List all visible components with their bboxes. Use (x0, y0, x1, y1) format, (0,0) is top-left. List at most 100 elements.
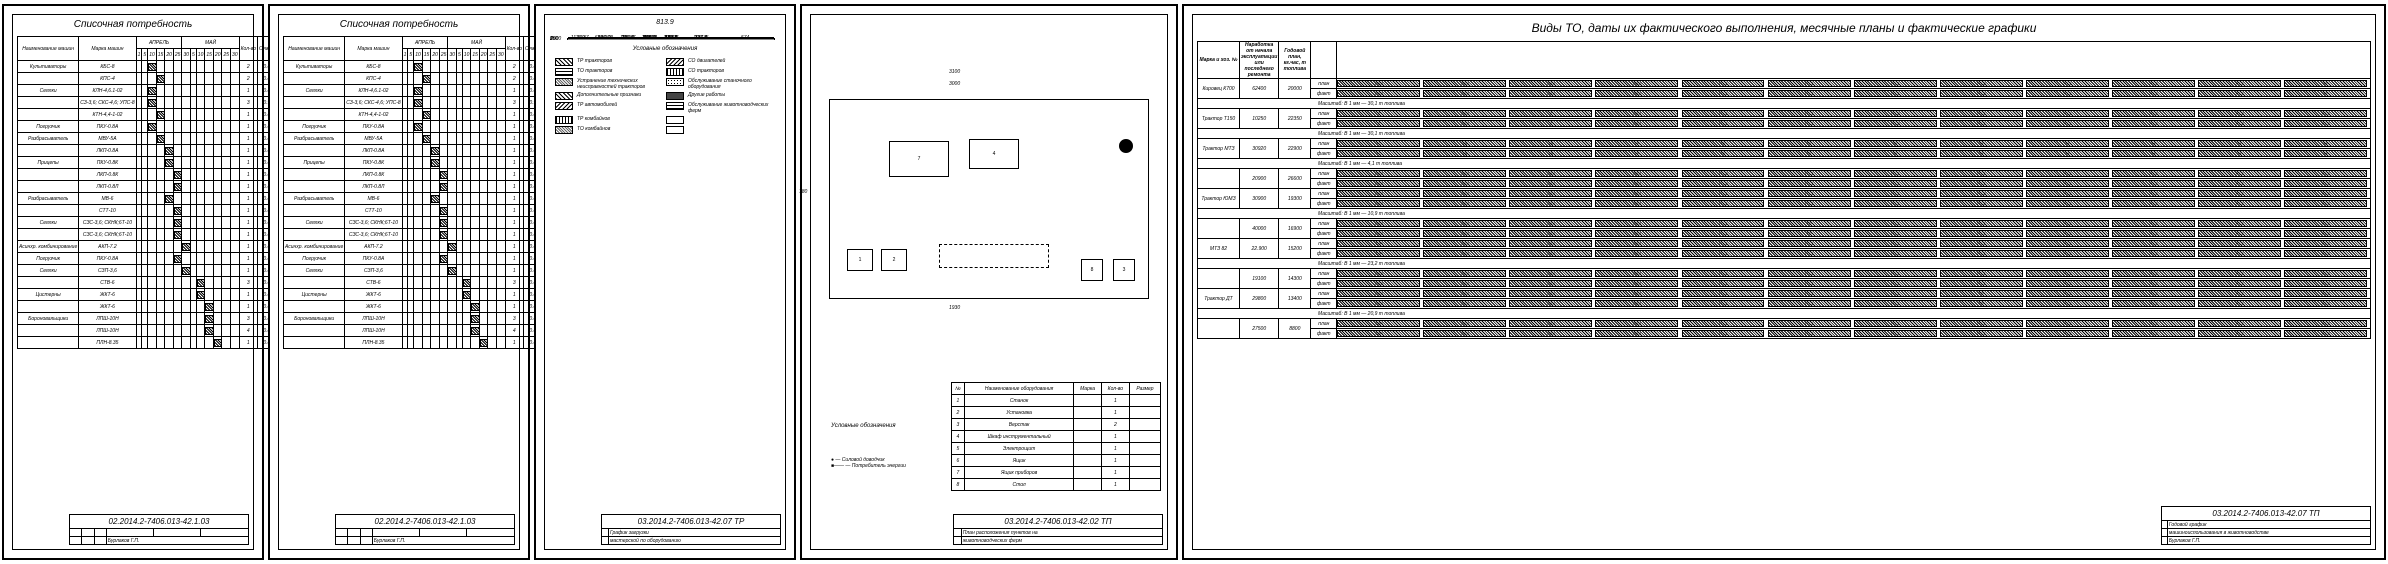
gantt-bar (414, 123, 422, 131)
day-header: 25 (222, 49, 231, 61)
fact-bar: ТО-1 (1595, 200, 1678, 207)
plan-bar: ТО-1 (1595, 320, 1678, 327)
fact-bar: ТО-2 (1682, 180, 1765, 187)
fact-bar: ТО-1 (1854, 230, 1937, 237)
gantt-bar (463, 291, 471, 299)
fact-bar: ТО-1 (2026, 250, 2109, 257)
gantt-bar (471, 327, 479, 335)
fact-bar: ТО-1 (1595, 300, 1678, 307)
plan-bar: ТО-1 (1423, 270, 1506, 277)
gantt-plan-row: Трактор Т1501025022350планТТО-1ТТО-1ТО-1… (1198, 109, 2371, 119)
plan-bar: ТО-1 (1940, 240, 2023, 247)
gantt-fact-row: фактТО-1ТО-1ТО-1ТО-1ТО-1ТО-1ТО-1ТРТО-1ТО… (1198, 299, 2371, 309)
fact-bar: ТО-1 (2112, 200, 2195, 207)
plan-bar: ТО-1 (1940, 110, 2023, 117)
table-row: 1Станок1 (952, 395, 1161, 407)
plan-bar: ТО-1 (2026, 320, 2109, 327)
floor-plan: 7 4 1 2 8 3 3000 3100 780 1930 (829, 99, 1149, 299)
gantt-bar (448, 267, 456, 275)
table-row: РазбрасывательМВ-610.81 (18, 193, 296, 205)
table-row: ЛКП-0.8К10.81 (284, 169, 562, 181)
legend-swatch (666, 68, 684, 76)
gantt-bar (440, 171, 448, 179)
gantt-bar (440, 231, 448, 239)
dim-w2: 3100 (949, 69, 960, 75)
fact-bar: ТР (1595, 150, 1678, 157)
fact-bar: ТО-1 (2198, 280, 2281, 287)
legend-label: ТО комбайнов (577, 126, 664, 134)
plan-item-7: 7 (889, 141, 949, 177)
plan-bar: ТР (2284, 80, 2367, 87)
plan-bar: ТО-1 (1337, 170, 1420, 177)
fact-bar: ТК (1423, 150, 1506, 157)
gantt-fact-row: фактТТО-1ТТО-1ТО-1ТО-1ТО-2ТО-1ТО-1ТО-1ТО… (1198, 119, 2371, 129)
fact-bar: ТР (2284, 90, 2367, 97)
plan-bar: ТО-1 (2026, 270, 2109, 277)
fact-bar: ТО-1 (2112, 120, 2195, 127)
legend-label: СО двигателей (688, 58, 775, 66)
gantt-bar (448, 243, 456, 251)
gantt-bar (471, 303, 479, 311)
plan-bar: ТО-2 (1595, 80, 1678, 87)
table-row: РазбрасывательМВ-610.81 (284, 193, 562, 205)
plan-bar: ТО-1 (1768, 290, 1851, 297)
plan-bar: ТО-1 (1509, 290, 1592, 297)
gantt-plan-row: Трактор МТЗ3092022900планТОТКТКТРТКТКТКТ… (1198, 139, 2371, 149)
table-row: КТН-4,4-1-0210.80 (284, 109, 562, 121)
plan-bar: ТО-1 (1940, 270, 2023, 277)
gantt-bar (440, 255, 448, 263)
fact-bar: ТО-1 (1768, 200, 1851, 207)
fact-bar: ТО-1 (1423, 200, 1506, 207)
plan-bar: ТО-1 (1854, 290, 1937, 297)
fact-bar: ТО-1 (1423, 330, 1506, 337)
gantt-bar (157, 135, 165, 143)
table-row: СеялкиСЗС-3,6; СКНК;6Т-1010.81 (284, 217, 562, 229)
dim-h1: 780 (799, 189, 807, 195)
gantt-bar (414, 99, 422, 107)
fact-bar: ТО-2 (1337, 280, 1420, 287)
fact-bar: ТО-1 (1337, 180, 1420, 187)
day-header: 25 (439, 49, 448, 61)
fact-bar: ТО-1 (1682, 280, 1765, 287)
fact-bar: ТО-1 (2112, 90, 2195, 97)
plan-bar: ТВР (1337, 320, 1420, 327)
fact-bar: ТО-1 (1940, 230, 2023, 237)
fact-bar: ТО-1 (1595, 250, 1678, 257)
table-row: БороновальщикиЛПШ-10Н30.81 (284, 313, 562, 325)
table-row: СеялкиСЗС-3,6; СКНК;6Т-1010.81 (18, 217, 296, 229)
day-header: 25 (173, 49, 182, 61)
gantt-bar (197, 279, 205, 287)
plan-bar: ТО-1 (1682, 240, 1765, 247)
table-row: ЛПШ-10Н40.81 (284, 325, 562, 337)
gantt-plan-row: 2090026600планТО-1ТО-1ТО-1ТО-1ТО-2ТО-1ТО… (1198, 169, 2371, 179)
plan-bar: ТО-1 (2198, 290, 2281, 297)
fact-bar: ТО-1 (1854, 250, 1937, 257)
stacked-bar-chart: 100075050025001127.3688.3712.0335.5135.6… (567, 38, 775, 40)
plan-item-4: 4 (969, 139, 1019, 169)
plan-bar: ТО-1 (2112, 240, 2195, 247)
legend-swatch (555, 126, 573, 134)
gantt-bar (205, 303, 213, 311)
fact-bar: ТО-1 (1509, 200, 1592, 207)
gantt-plan-row: Трактор ДТ2980013400планТО-1ТО-1ТО-1ТО-1… (1198, 289, 2371, 299)
scale-note-row: Масштаб: В 1 мм — 20,9 т топлива (1198, 309, 2371, 319)
fact-bar: ТР (1940, 300, 2023, 307)
fact-bar: ТО-1 (1854, 180, 1937, 187)
table-row: 7Ящик приборов1 (952, 467, 1161, 479)
plan-bar: ТО-1 (1509, 220, 1592, 227)
fact-bar: ТО-1 (1682, 330, 1765, 337)
table-row: ЛКП-0.8Л10.82 (284, 181, 562, 193)
gantt-bar (182, 267, 190, 275)
plan-item-8: 8 (1081, 259, 1103, 281)
gantt-bar (165, 195, 173, 203)
col-sum1: Кол-во (239, 37, 257, 61)
table-row: ЖКТ-610.81 (18, 301, 296, 313)
gantt-bar (174, 219, 182, 227)
legend-label: Устранение технических неисправностей тр… (577, 78, 664, 90)
gantt-bar (148, 63, 156, 71)
gantt-fact-row: фактТО-1ТО-1ТО-1ТО-1ТО-1ТРТО-1ТО-1ТО-1ТО… (1198, 229, 2371, 239)
fact-bar: ТО-1 (2112, 330, 2195, 337)
gantt-fact-row: фактТО-2ТО-1ТО-1ТО-1ТО-1ТО-1ТО-1ТО-1ТО-1… (1198, 279, 2371, 289)
plan-bar: ТКР (1337, 240, 1420, 247)
fact-bar: ТО-1 (1854, 90, 1937, 97)
